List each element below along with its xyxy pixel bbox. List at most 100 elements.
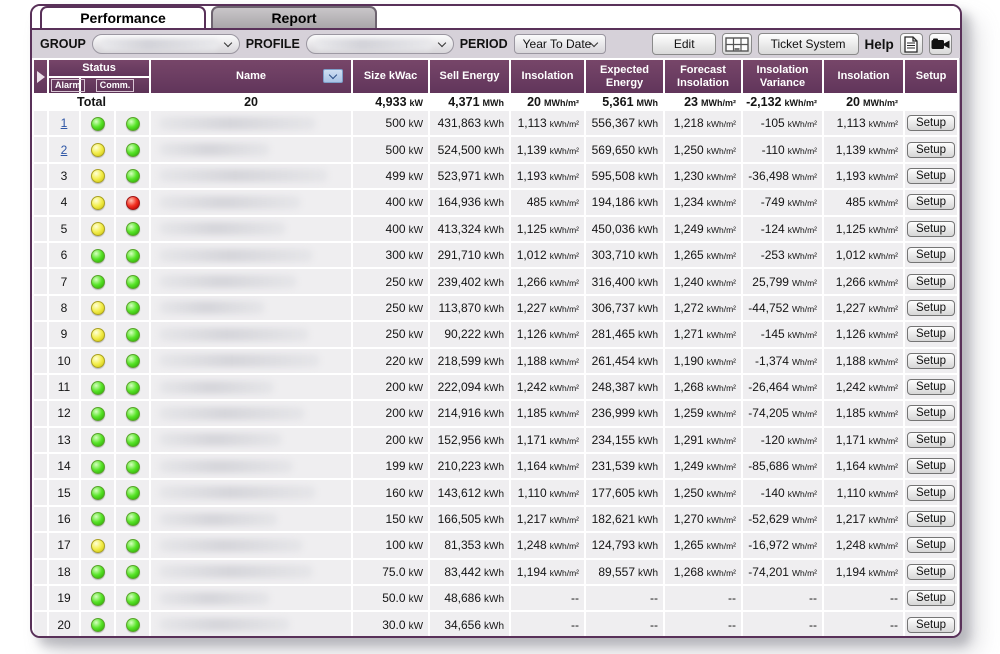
row-expand-cell[interactable] <box>34 428 47 452</box>
sell-energy-cell: 431,863kWh <box>430 111 509 135</box>
comm-status-led-green <box>126 222 140 236</box>
setup-button[interactable]: Setup <box>907 537 955 553</box>
help-video-button[interactable] <box>929 33 952 55</box>
row-number: 17 <box>57 538 70 552</box>
row-number-cell: 16 <box>49 507 79 531</box>
sell-energy-header: Sell Energy <box>430 60 509 93</box>
row-expand-cell[interactable] <box>34 560 47 584</box>
row-expand-cell[interactable] <box>34 243 47 267</box>
name-sort-button[interactable] <box>323 69 343 83</box>
site-name-redacted <box>159 328 309 341</box>
setup-button[interactable]: Setup <box>907 142 955 158</box>
row-expand-cell[interactable] <box>34 296 47 320</box>
forecast-insolation-cell: 1,259kWh/m² <box>665 401 741 425</box>
comm-status-led-green <box>126 460 140 474</box>
help-document-button[interactable] <box>900 33 923 55</box>
setup-button[interactable]: Setup <box>907 247 955 263</box>
tab-report[interactable]: Report <box>211 6 377 28</box>
row-expand-cell[interactable] <box>34 137 47 161</box>
site-name-redacted <box>159 249 313 262</box>
row-number-cell: 15 <box>49 480 79 504</box>
comm-subheader: Comm. <box>81 78 149 93</box>
row-number-link[interactable]: 1 <box>61 116 68 130</box>
setup-button[interactable]: Setup <box>907 115 955 131</box>
comm-cell <box>116 269 149 293</box>
edit-button[interactable]: Edit <box>652 33 716 55</box>
sell-energy-cell: 214,916kWh <box>430 401 509 425</box>
site-name-cell <box>151 296 351 320</box>
sell-energy-cell: 222,094kWh <box>430 375 509 399</box>
row-expand-cell[interactable] <box>34 480 47 504</box>
row-number: 4 <box>61 195 68 209</box>
row-expand-cell[interactable] <box>34 111 47 135</box>
setup-button[interactable]: Setup <box>907 405 955 421</box>
alarm-status-led-green <box>91 592 105 606</box>
setup-button[interactable]: Setup <box>907 221 955 237</box>
setup-button[interactable]: Setup <box>907 590 955 606</box>
row-expand-cell[interactable] <box>34 375 47 399</box>
forecast-insolation-cell: 1,291kWh/m² <box>665 428 741 452</box>
setup-button[interactable]: Setup <box>907 326 955 342</box>
insolation-cell: 1,164kWh/m² <box>511 454 584 478</box>
alarm-status-led-green <box>91 460 105 474</box>
setup-button[interactable]: Setup <box>907 194 955 210</box>
alarm-cell <box>81 560 114 584</box>
row-expand-cell[interactable] <box>34 507 47 531</box>
expand-all-header[interactable] <box>34 60 47 93</box>
setup-button[interactable]: Setup <box>907 274 955 290</box>
insolation-variance-cell: -1,374Wh/m² <box>743 349 822 373</box>
table-layout-icon <box>725 37 749 52</box>
expected-energy-cell: 281,465kWh <box>586 322 663 346</box>
row-expand-cell[interactable] <box>34 322 47 346</box>
insolation2-cell: 1,125kWh/m² <box>824 217 903 241</box>
insolation-cell: 1,248kWh/m² <box>511 533 584 557</box>
setup-cell: Setup <box>905 217 957 241</box>
setup-button[interactable]: Setup <box>907 432 955 448</box>
group-select[interactable] <box>92 34 240 54</box>
setup-button[interactable]: Setup <box>907 300 955 316</box>
row-expand-cell[interactable] <box>34 533 47 557</box>
setup-button[interactable]: Setup <box>907 511 955 527</box>
alarm-status-led-green <box>91 565 105 579</box>
profile-select[interactable] <box>306 34 454 54</box>
size-cell: 400kW <box>353 190 428 214</box>
row-expand-cell[interactable] <box>34 454 47 478</box>
row-expand-cell[interactable] <box>34 401 47 425</box>
period-select[interactable]: Year To Date <box>514 34 607 54</box>
comm-status-led-green <box>126 618 140 632</box>
setup-button[interactable]: Setup <box>907 617 955 633</box>
setup-button[interactable]: Setup <box>907 353 955 369</box>
setup-button[interactable]: Setup <box>907 458 955 474</box>
expected-energy-cell: 124,793kWh <box>586 533 663 557</box>
setup-button[interactable]: Setup <box>907 564 955 580</box>
row-expand-cell[interactable] <box>34 190 47 214</box>
row-number-cell: 5 <box>49 217 79 241</box>
row-expand-cell[interactable] <box>34 349 47 373</box>
total-insolation-variance-cell: -2,132kWh/m² <box>743 95 822 109</box>
site-name-cell <box>151 533 351 557</box>
row-expand-cell[interactable] <box>34 612 47 636</box>
setup-button[interactable]: Setup <box>907 379 955 395</box>
alarm-cell <box>81 454 114 478</box>
setup-button[interactable]: Setup <box>907 485 955 501</box>
ticket-system-button[interactable]: Ticket System <box>758 33 859 55</box>
tab-performance[interactable]: Performance <box>40 6 206 28</box>
insolation-cell: 1,193kWh/m² <box>511 164 584 188</box>
forecast-insolation-cell: 1,190kWh/m² <box>665 349 741 373</box>
site-name-cell <box>151 454 351 478</box>
row-number-cell: 3 <box>49 164 79 188</box>
insolation-variance-cell: -140kWh/m² <box>743 480 822 504</box>
sell-energy-cell: 523,971kWh <box>430 164 509 188</box>
row-expand-cell[interactable] <box>34 217 47 241</box>
row-expand-cell[interactable] <box>34 586 47 610</box>
insolation-cell: 1,194kWh/m² <box>511 560 584 584</box>
expected-energy-cell: 234,155kWh <box>586 428 663 452</box>
table-layout-button[interactable] <box>722 33 752 55</box>
setup-cell: Setup <box>905 375 957 399</box>
row-expand-cell[interactable] <box>34 269 47 293</box>
row-expand-cell[interactable] <box>34 164 47 188</box>
group-value-redacted <box>101 39 219 50</box>
name-header-label: Name <box>236 70 266 83</box>
row-number-link[interactable]: 2 <box>61 143 68 157</box>
setup-button[interactable]: Setup <box>907 168 955 184</box>
